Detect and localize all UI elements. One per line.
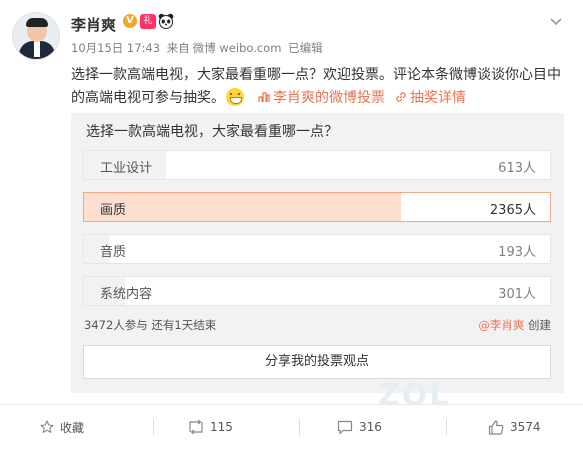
- poll-option-label: 系统内容: [100, 287, 153, 302]
- repost-icon: [189, 420, 203, 434]
- post-source[interactable]: 微博 weibo.com: [193, 41, 282, 55]
- avatar[interactable]: [12, 12, 60, 60]
- creator-link[interactable]: @李肖爽: [478, 318, 524, 332]
- poll-creator: @李肖爽 创建: [478, 317, 551, 333]
- comment-button[interactable]: 316: [337, 405, 382, 449]
- post-meta: 10月15日 17:43 来自 微博 weibo.com 已编辑: [71, 40, 326, 56]
- link-icon: [396, 92, 406, 102]
- grin-emoji-icon: [226, 88, 244, 106]
- post-date[interactable]: 10月15日 17:43: [71, 41, 160, 55]
- weibo-post: 李肖爽 V 礼 10月15日 17:43 来自 微博 weibo.com 已编辑 …: [0, 0, 583, 450]
- panda-badge-icon[interactable]: [158, 13, 174, 29]
- poll-stats: 3472人参与 还有1天结束: [84, 318, 217, 332]
- username[interactable]: 李肖爽: [71, 14, 116, 35]
- poll-option-label: 画质: [100, 203, 127, 218]
- poll-option[interactable]: 系统内容 301人: [83, 276, 551, 306]
- poll-option-label: 工业设计: [100, 161, 153, 176]
- favorite-label: 收藏: [60, 420, 85, 435]
- repost-count: 115: [210, 420, 233, 434]
- poll-option[interactable]: 画质 2365人: [83, 192, 551, 222]
- poll-option-bar: [84, 193, 402, 221]
- share-opinion-button[interactable]: 分享我的投票观点: [83, 345, 551, 379]
- gift-badge-icon[interactable]: 礼: [140, 14, 156, 29]
- source-prefix: 来自: [166, 41, 190, 55]
- poll-option[interactable]: 工业设计 613人: [83, 150, 551, 180]
- comment-count: 316: [359, 420, 382, 434]
- poll-option-count: 193人: [498, 245, 536, 260]
- star-icon: [40, 420, 54, 433]
- comment-icon: [337, 420, 353, 434]
- poll-question: 选择一款高端电视，大家最看重哪一点？: [86, 124, 338, 140]
- poll-option-count: 301人: [498, 287, 536, 302]
- divider: [153, 419, 154, 435]
- post-text: 选择一款高端电视，大家最看重哪一点？欢迎投票。评论本条微博谈谈你心目中的高端电视…: [71, 64, 571, 110]
- vote-link[interactable]: 李肖爽的微博投票: [273, 90, 385, 106]
- vote-link-icon: [258, 92, 270, 102]
- poll-option-count: 613人: [498, 161, 536, 176]
- verified-badge-icon[interactable]: V: [123, 14, 137, 28]
- like-count: 3574: [510, 420, 541, 434]
- thumbs-up-icon: [488, 419, 504, 435]
- lottery-details-link[interactable]: 抽奖详情: [410, 90, 466, 106]
- poll-card: 选择一款高端电视，大家最看重哪一点？ 工业设计 613人 画质 2365人 音质…: [71, 113, 564, 393]
- action-bar: 收藏 115 316 3574: [0, 404, 583, 449]
- divider: [446, 419, 447, 435]
- repost-button[interactable]: 115: [188, 405, 233, 449]
- chevron-down-icon[interactable]: [548, 13, 564, 29]
- divider: [299, 419, 300, 435]
- poll-option-label: 音质: [100, 245, 127, 260]
- poll-option[interactable]: 音质 193人: [83, 234, 551, 264]
- poll-option-count: 2365人: [489, 203, 536, 218]
- favorite-button[interactable]: 收藏: [40, 405, 84, 449]
- creator-suffix: 创建: [528, 318, 551, 332]
- edited-label[interactable]: 已编辑: [288, 41, 323, 55]
- like-button[interactable]: 3574: [488, 405, 541, 449]
